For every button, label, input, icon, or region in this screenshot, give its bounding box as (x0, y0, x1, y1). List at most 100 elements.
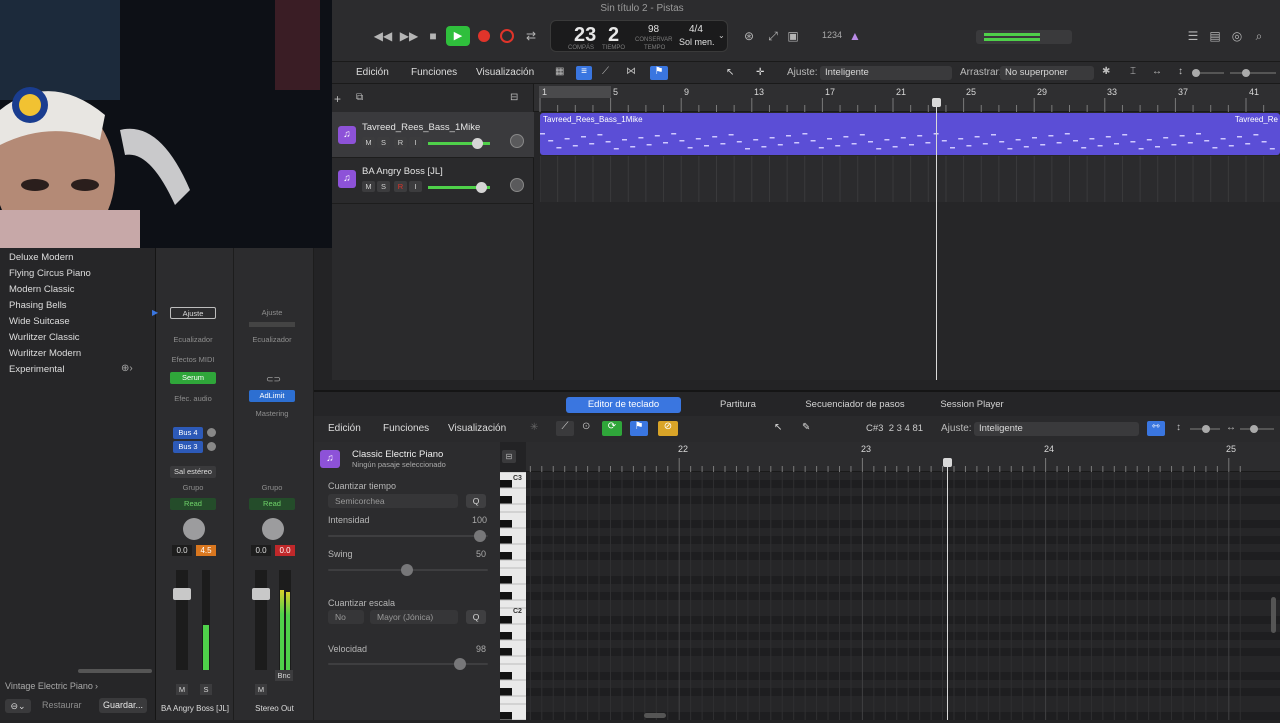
velocity-slider[interactable] (328, 658, 488, 670)
add-track-icon[interactable]: + (334, 92, 341, 106)
menu-functions[interactable]: Funciones (411, 67, 457, 78)
horizontal-scrollbar[interactable] (644, 713, 666, 718)
snap-select[interactable]: Inteligente (974, 422, 1139, 436)
midi-in-icon[interactable]: ✳ (530, 422, 538, 433)
library-scrollbar[interactable] (78, 669, 152, 673)
mute-button[interactable]: M (176, 684, 188, 695)
settings-menu-icon[interactable]: ⊖⌄ (5, 699, 31, 713)
catch-icon[interactable]: ⚑ (650, 66, 668, 80)
menu-view[interactable]: Visualización (476, 67, 534, 78)
instrument-slot[interactable]: Serum (170, 372, 216, 384)
cycle-icon[interactable]: ⇄ (522, 27, 540, 45)
link-green-icon[interactable]: ⟳ (602, 421, 622, 436)
midi-fx-slot[interactable]: Efectos MIDI (170, 354, 216, 366)
notepad-icon[interactable]: ▤ (1206, 27, 1224, 45)
swing-slider[interactable] (328, 564, 488, 576)
midi-region[interactable]: Tavreed_Rees_Bass_1Mike Tavreed_Re (540, 113, 1280, 155)
tab-session-player[interactable]: Session Player (928, 397, 1016, 413)
lcd-dropdown-icon[interactable]: ⌄ (718, 31, 725, 40)
setting-button[interactable]: Ajuste (170, 307, 216, 319)
playhead-handle[interactable] (943, 458, 952, 467)
vertical-zoom-icon[interactable]: ↕ (1178, 66, 1183, 77)
vertical-scrollbar[interactable] (1271, 597, 1276, 633)
library-item[interactable]: Phasing Bells (9, 300, 67, 311)
horizontal-zoom-icon[interactable]: ↔ (1226, 422, 1236, 433)
crosshair-tool-icon[interactable]: ✛ (756, 67, 764, 78)
library-item[interactable]: Wurlitzer Modern (9, 348, 81, 359)
lcd-display[interactable]: 23 2 COMPÁS TIEMPO 98 CONSERVAR TEMPO 4/… (550, 20, 728, 52)
input-monitor-button[interactable]: I (409, 137, 422, 148)
arrange-area[interactable]: 1 5 9 13 17 21 25 29 33 37 41 Tavreed_Re… (534, 84, 1280, 380)
send-bus4[interactable]: Bus 4 (173, 427, 203, 439)
record-enable-button[interactable]: R (394, 137, 407, 148)
tab-score[interactable]: Partitura (698, 397, 778, 413)
horizontal-fit-icon[interactable]: ↔ (1152, 66, 1162, 77)
vertical-fit-icon[interactable]: ⌶ (1130, 66, 1136, 77)
snap-select[interactable]: Inteligente (820, 66, 952, 80)
flex-icon[interactable]: ⋈ (626, 66, 636, 77)
pencil-tool-icon[interactable]: ✎ (802, 422, 810, 433)
menu-edit[interactable]: Edición (328, 423, 361, 434)
automation-mode[interactable]: Read (170, 498, 216, 510)
pan-knob[interactable] (510, 178, 524, 192)
playhead[interactable] (936, 98, 937, 380)
solo-button[interactable]: S (377, 181, 390, 192)
audio-fx-slot[interactable]: Efec. audio (170, 393, 216, 405)
playhead-handle[interactable] (932, 98, 941, 107)
horizontal-zoom-slider[interactable] (1230, 69, 1276, 77)
pointer-tool-icon[interactable]: ↖ (774, 422, 782, 433)
scale-root-select[interactable]: No (328, 610, 364, 624)
forward-icon[interactable]: ▶▶ (400, 27, 418, 45)
menu-edit[interactable]: Edición (356, 67, 389, 78)
plugin-slot[interactable]: AdLimit (249, 390, 295, 402)
waveform-zoom-icon[interactable]: ✱ (1102, 66, 1110, 77)
library-item[interactable]: Wurlitzer Classic (9, 332, 80, 343)
mastering-slot[interactable]: Mastering (249, 408, 295, 420)
tab-step-sequencer[interactable]: Secuenciador de pasos (794, 397, 916, 413)
fader-track[interactable] (173, 570, 191, 670)
mute-button[interactable]: M (362, 137, 375, 148)
track-row[interactable]: ♫ Tavreed_Rees_Bass_1Mike M S R I (332, 112, 534, 158)
piano-keyboard[interactable]: C3 C2 (500, 471, 526, 721)
group-slot[interactable]: Grupo (249, 482, 295, 494)
playhead[interactable] (947, 462, 948, 720)
capture-record-icon[interactable] (500, 29, 514, 43)
menu-functions[interactable]: Funciones (383, 423, 429, 434)
input-monitor-button[interactable]: I (409, 181, 422, 192)
mute-button[interactable]: M (362, 181, 375, 192)
save-button[interactable]: Guardar... (99, 698, 147, 713)
send-knob[interactable] (207, 442, 216, 451)
solo-button[interactable]: S (200, 684, 212, 695)
vertical-zoom-slider[interactable] (1190, 425, 1220, 433)
library-item[interactable]: Experimental (9, 364, 64, 375)
midi-out-icon[interactable]: ⊙ (582, 421, 590, 432)
stop-icon[interactable]: ■ (424, 27, 442, 45)
menu-view[interactable]: Visualización (448, 423, 506, 434)
scale-type-select[interactable]: Mayor (Jónica) (370, 610, 458, 624)
duplicate-track-icon[interactable]: ⧉ (356, 92, 363, 103)
editor-ruler[interactable]: 22 23 24 25 (526, 442, 1280, 472)
grid-icon[interactable]: ▦ (555, 66, 571, 80)
restore-button[interactable]: Restaurar (42, 700, 82, 710)
play-button[interactable]: ▶ (446, 26, 470, 46)
eq-slot[interactable]: Ecualizador (170, 334, 216, 346)
list-view-icon[interactable]: ≡ (576, 66, 592, 80)
volume-slider[interactable] (428, 138, 490, 149)
fader-cap[interactable] (173, 588, 191, 600)
record-button[interactable] (478, 30, 490, 42)
automation-icon[interactable]: ⟋ (602, 66, 609, 77)
library-item[interactable]: Deluxe Modern (9, 252, 73, 263)
count-in[interactable]: 1234 (822, 30, 842, 40)
tab-piano-roll[interactable]: Editor de teclado (566, 397, 681, 413)
horizontal-fit-icon[interactable]: ⇿ (1147, 421, 1165, 436)
track-name[interactable]: Tavreed_Rees_Bass_1Mike (362, 122, 480, 133)
bounce-button[interactable]: Bnc (275, 670, 293, 681)
track-row[interactable]: ♫ BA Angry Boss [JL] M S R I (332, 158, 534, 204)
quantize-q-button[interactable]: Q (466, 494, 486, 508)
download-more-icon[interactable]: ⊕› (121, 363, 133, 374)
library-item[interactable]: Modern Classic (9, 284, 74, 295)
drag-select[interactable]: No superponer (1000, 66, 1094, 80)
bar-ruler[interactable]: 1 5 9 13 17 21 25 29 33 37 41 (534, 84, 1280, 112)
piano-roll-grid[interactable]: 22 23 24 25 (526, 442, 1280, 720)
region-view-icon[interactable]: ⊟ (502, 450, 516, 463)
